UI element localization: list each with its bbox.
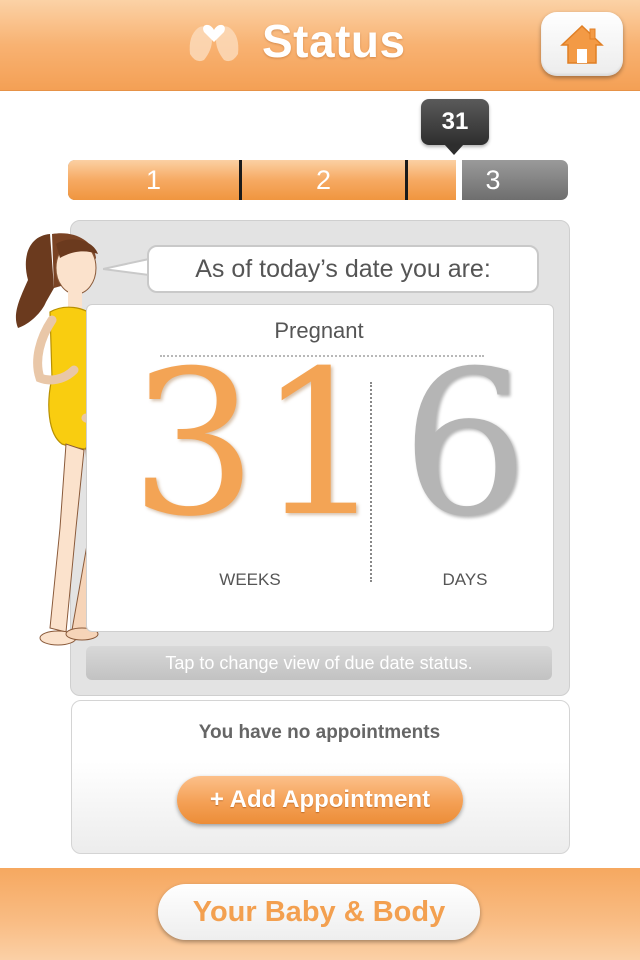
trimester-label-3: 3	[485, 165, 501, 195]
weeks-value: 31	[130, 328, 385, 561]
home-button[interactable]	[541, 12, 623, 76]
trimester-label-2: 2	[315, 165, 332, 195]
home-icon	[560, 24, 604, 64]
trimester-label-1: 1	[145, 165, 162, 195]
add-appointment-button[interactable]: + Add Appointment	[177, 776, 463, 824]
weeks-label: WEEKS	[219, 570, 281, 589]
status-speech-bubble: As of today’s date you are:	[147, 245, 539, 293]
your-baby-and-body-button[interactable]: Your Baby & Body	[158, 884, 480, 940]
current-week-marker: 31	[421, 99, 489, 155]
days-value: 6	[401, 328, 529, 561]
no-appointments-message: You have no appointments	[198, 722, 441, 743]
trimester-divider	[405, 160, 408, 200]
trimester-progress-bar: 1 2 3	[68, 160, 568, 200]
speech-bubble-tail	[103, 257, 153, 277]
page-title: Status	[262, 15, 406, 67]
change-view-button[interactable]: Tap to change view of due date status.	[86, 646, 552, 680]
hands-heart-icon	[189, 24, 239, 62]
days-label: DAYS	[442, 570, 488, 589]
